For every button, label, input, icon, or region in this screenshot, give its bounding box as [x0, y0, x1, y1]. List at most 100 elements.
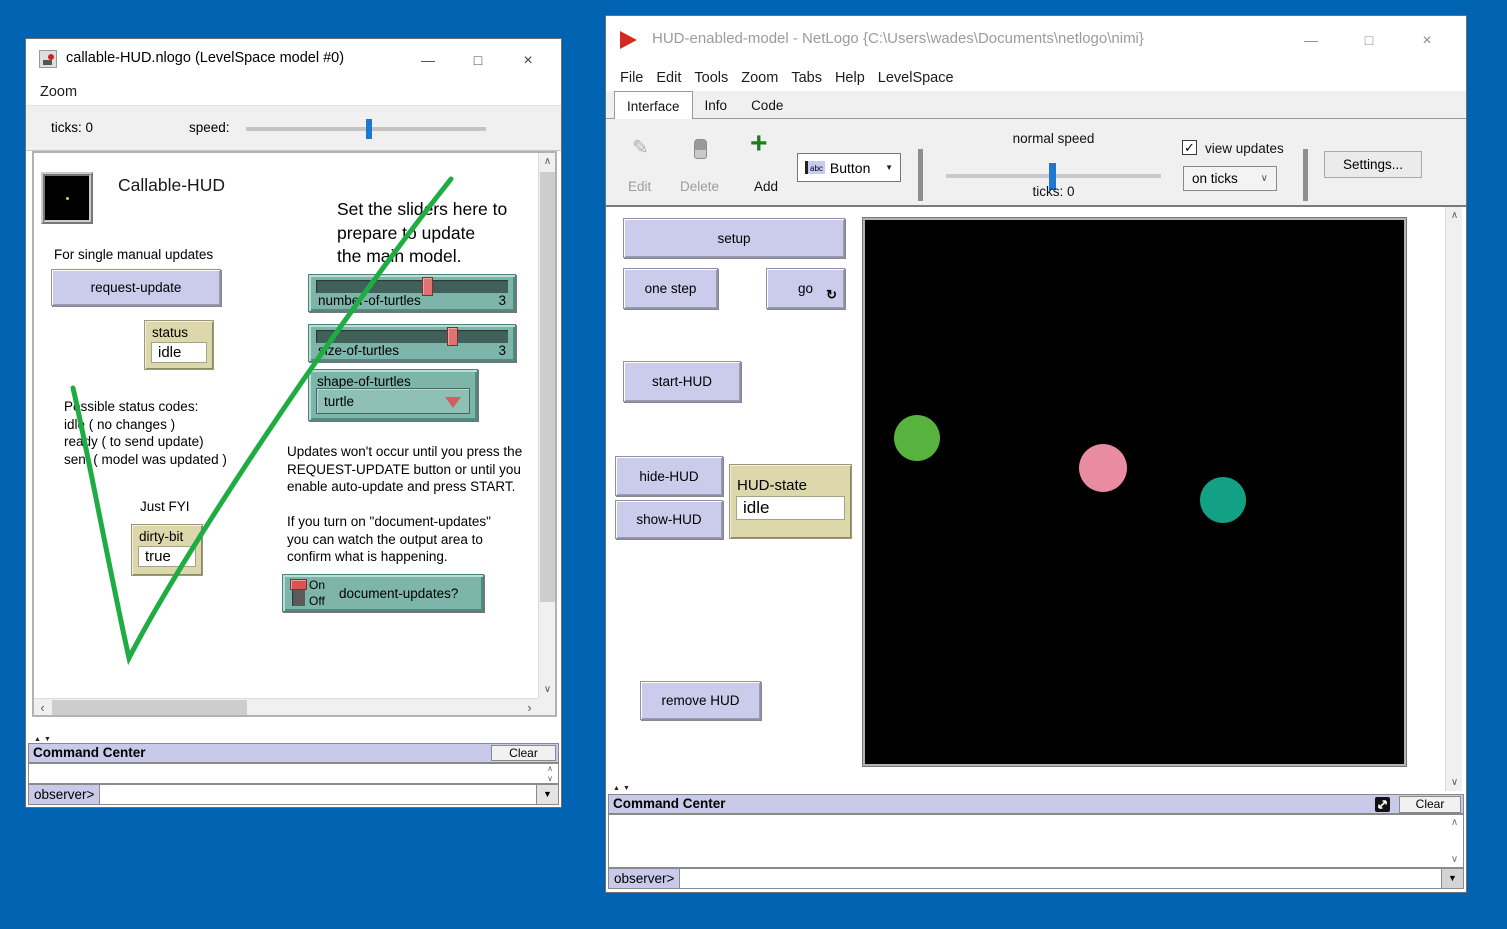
main-ticks-counter: ticks: 0: [946, 184, 1161, 199]
maximize-button[interactable]: □: [1340, 32, 1398, 50]
scroll-left-icon[interactable]: ‹: [34, 699, 51, 716]
menu-zoom[interactable]: Zoom: [741, 70, 778, 86]
main-speed-slider[interactable]: [946, 174, 1161, 178]
go-button[interactable]: go ↻: [766, 268, 845, 309]
remove-hud-button[interactable]: remove HUD: [640, 681, 761, 720]
output-scroll-up-icon[interactable]: ∧: [543, 764, 557, 774]
slider-track[interactable]: [316, 280, 508, 293]
output-scroll-down-icon[interactable]: ∨: [543, 774, 557, 784]
scroll-right-icon[interactable]: ›: [521, 699, 538, 716]
show-hud-button[interactable]: show-HUD: [615, 500, 723, 539]
shape-of-turtles-chooser[interactable]: shape-of-turtles turtle: [308, 369, 478, 421]
command-center-splitter[interactable]: ▲▼: [34, 736, 54, 743]
maximize-button[interactable]: □: [453, 52, 503, 70]
scroll-down-icon[interactable]: ∨: [1446, 774, 1463, 791]
command-center-output[interactable]: ∧ ∨: [28, 763, 559, 784]
model-window-icon: [39, 50, 57, 68]
observer-prompt[interactable]: observer>: [29, 785, 99, 804]
size-of-turtles-slider[interactable]: size-of-turtles 3: [308, 324, 516, 362]
document-updates-switch[interactable]: On Off document-updates?: [282, 574, 484, 612]
scroll-down-icon[interactable]: ∨: [539, 681, 556, 698]
output-scroll-up-icon[interactable]: ∧: [1447, 817, 1462, 828]
command-history-dropdown[interactable]: ▼: [1441, 869, 1463, 888]
chooser-dropdown[interactable]: turtle: [316, 388, 470, 414]
ticks-counter: ticks: 0: [51, 120, 93, 135]
speed-slider[interactable]: [246, 127, 486, 131]
view-updates-label: view updates: [1205, 141, 1284, 156]
slider-value: 3: [498, 343, 506, 358]
left-speed-toolbar: ticks: 0 speed:: [26, 105, 561, 151]
status-monitor: status idle: [144, 320, 214, 370]
command-input[interactable]: [99, 785, 536, 804]
command-center-splitter[interactable]: ▲▼: [613, 785, 633, 792]
edit-button[interactable]: Edit: [628, 179, 651, 194]
switch-toggle[interactable]: [292, 580, 305, 606]
mini-world-view[interactable]: [41, 172, 93, 224]
switch-off-label: Off: [309, 593, 325, 609]
slider-label: number-of-turtles: [318, 293, 421, 308]
window-title: HUD-enabled-model - NetLogo {C:\Users\wa…: [652, 30, 1144, 47]
one-step-button[interactable]: one step: [623, 268, 718, 309]
number-of-turtles-slider[interactable]: number-of-turtles 3: [308, 274, 516, 312]
start-hud-button[interactable]: start-HUD: [623, 361, 741, 402]
menu-tabs[interactable]: Tabs: [791, 70, 822, 86]
delete-eraser-icon: [694, 139, 707, 159]
hide-hud-button[interactable]: hide-HUD: [615, 456, 723, 496]
chooser-value: turtle: [324, 394, 354, 409]
resize-command-center-icon[interactable]: [1375, 797, 1390, 812]
command-center-header: Command Center Clear: [608, 794, 1464, 814]
widget-type-value: Button: [830, 160, 870, 176]
tab-info[interactable]: Info: [693, 91, 740, 119]
interface-vscrollbar[interactable]: ∧ ∨: [538, 153, 555, 698]
command-center-output[interactable]: ∧ ∨: [608, 814, 1464, 868]
observer-prompt[interactable]: observer>: [609, 869, 679, 888]
command-history-dropdown[interactable]: ▼: [536, 785, 558, 804]
interface-hscrollbar[interactable]: ‹ ›: [34, 698, 538, 715]
delete-button[interactable]: Delete: [680, 179, 719, 194]
menu-levelspace[interactable]: LevelSpace: [878, 70, 954, 86]
slider-track[interactable]: [316, 330, 508, 343]
update-mode-dropdown[interactable]: on ticks ∨: [1183, 166, 1277, 191]
clear-button[interactable]: Clear: [1399, 796, 1461, 813]
world-view[interactable]: [863, 218, 1406, 766]
menu-help[interactable]: Help: [835, 70, 865, 86]
netlogo-main-window: HUD-enabled-model - NetLogo {C:\Users\wa…: [605, 15, 1467, 893]
minimize-button[interactable]: —: [1282, 32, 1340, 50]
right-titlebar[interactable]: HUD-enabled-model - NetLogo {C:\Users\wa…: [606, 16, 1466, 64]
output-scroll-down-icon[interactable]: ∨: [1447, 854, 1462, 865]
speed-slider-handle[interactable]: [366, 119, 372, 139]
widget-type-dropdown[interactable]: abc Button ▼: [797, 153, 901, 182]
main-menubar: File Edit Tools Zoom Tabs Help LevelSpac…: [606, 64, 1466, 91]
tab-bar: Interface Info Code: [606, 91, 1466, 119]
dropdown-arrow-icon: ▼: [885, 163, 893, 172]
scroll-up-icon[interactable]: ∧: [1446, 207, 1463, 224]
hscroll-thumb[interactable]: [52, 700, 247, 715]
document-updates-note: If you turn on "document-updates" you ca…: [287, 513, 491, 566]
view-updates-checkbox[interactable]: ✓: [1182, 140, 1197, 155]
command-input[interactable]: [679, 869, 1441, 888]
add-button[interactable]: Add: [754, 179, 778, 194]
updates-note: Updates won't occur until you press the …: [287, 443, 522, 496]
menu-tools[interactable]: Tools: [694, 70, 728, 86]
vscroll-thumb[interactable]: [540, 172, 555, 602]
menu-edit[interactable]: Edit: [656, 70, 681, 86]
switch-handle[interactable]: [290, 579, 307, 590]
menu-file[interactable]: File: [620, 70, 643, 86]
clear-button[interactable]: Clear: [491, 745, 556, 761]
close-button[interactable]: ×: [503, 52, 553, 70]
settings-button[interactable]: Settings...: [1324, 151, 1422, 178]
scroll-up-icon[interactable]: ∧: [539, 153, 556, 170]
left-titlebar[interactable]: callable-HUD.nlogo (LevelSpace model #0)…: [26, 39, 561, 79]
add-plus-icon: +: [750, 127, 768, 161]
request-update-button[interactable]: request-update: [51, 269, 221, 306]
main-vscrollbar[interactable]: ∧ ∨: [1445, 207, 1462, 791]
levelspace-model-window: callable-HUD.nlogo (LevelSpace model #0)…: [25, 38, 562, 808]
command-center-header: Command Center Clear: [28, 743, 559, 763]
normal-speed-label: normal speed: [946, 131, 1161, 146]
menu-zoom[interactable]: Zoom: [40, 84, 77, 100]
tab-code[interactable]: Code: [739, 91, 795, 119]
minimize-button[interactable]: —: [403, 52, 453, 70]
tab-interface[interactable]: Interface: [614, 91, 693, 120]
setup-button[interactable]: setup: [623, 218, 845, 258]
close-button[interactable]: ×: [1398, 32, 1456, 50]
